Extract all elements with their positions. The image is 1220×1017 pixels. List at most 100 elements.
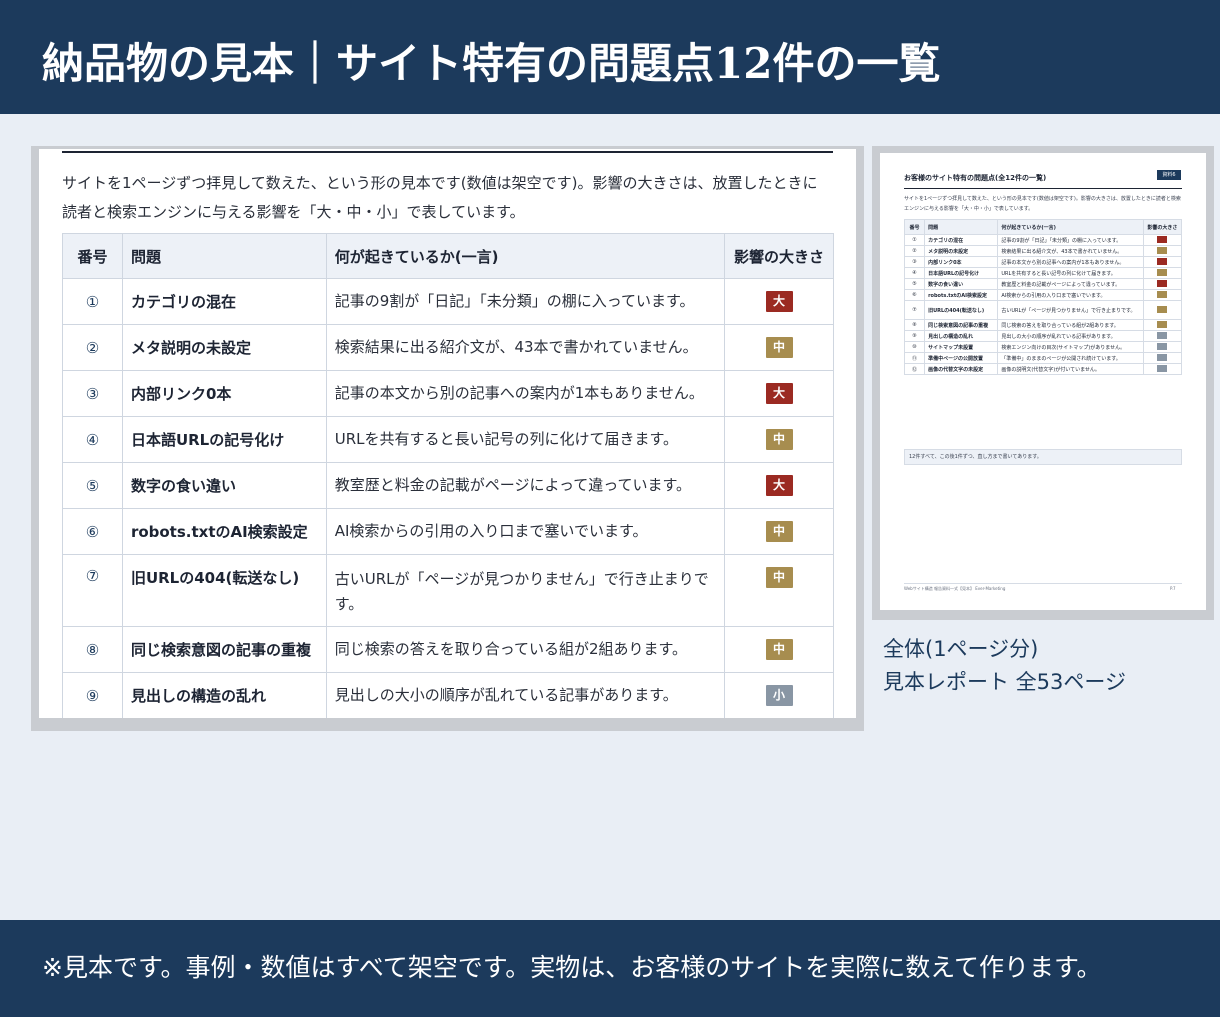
thumbnail-caption: 全体(1ページ分) 見本レポート 全53ページ xyxy=(883,633,1126,699)
row-impact: 小 xyxy=(724,672,834,718)
thumbnail-problem-table: 番号 問題 何が起きているか(一言) 影響の大きさ ① カテゴリの混在 記事の9割が… xyxy=(903,219,1183,375)
row-number: ① xyxy=(62,278,123,325)
thumbnail-row-impact xyxy=(1142,256,1183,268)
thumbnail-row-problem: 数字の食い違い xyxy=(924,278,999,290)
thumbnail-row-problem: 画像の代替文字の未設定 xyxy=(924,363,999,375)
thumbnail-row-description: AI検索からの引用の入り口まで塞いでいます。 xyxy=(997,289,1144,301)
column-header-description: 何が起きているか(一言) xyxy=(325,233,726,279)
thumbnail-row-impact xyxy=(1142,352,1183,364)
thumbnail-impact-badge xyxy=(1157,268,1168,276)
row-description: 記事の9割が「日記」「未分類」の棚に入っています。 xyxy=(325,278,726,325)
row-problem: robots.txtのAI検索設定 xyxy=(121,508,327,555)
zoomed-page: サイトを1ページずつ拝見して数えた、という形の見本です(数値は架空です)。影響の… xyxy=(39,149,856,718)
thumbnail-row-number: ⑨ xyxy=(903,330,926,342)
thumbnail-impact-badge xyxy=(1157,290,1168,298)
column-header-problem: 問題 xyxy=(121,233,327,279)
page-header: 納品物の見本｜サイト特有の問題点12件の一覧 xyxy=(0,0,1220,114)
thumbnail-column-impact: 影響の大きさ xyxy=(1142,219,1183,235)
thumbnail-row-description: URLを共有すると長い記号の列に化けて届きます。 xyxy=(997,267,1144,279)
row-impact: 中 xyxy=(724,416,834,463)
table-row: ① カテゴリの混在 記事の9割が「日記」「未分類」の棚に入っています。 大 xyxy=(62,278,834,325)
thumbnail-impact-badge xyxy=(1157,331,1168,339)
thumbnail-row-description: 「準備中」のままのページが公開され続けています。 xyxy=(997,352,1144,364)
thumbnail-impact-badge xyxy=(1157,353,1168,361)
row-number: ⑤ xyxy=(62,462,123,509)
column-header-number: 番号 xyxy=(62,233,123,279)
thumbnail-row-impact xyxy=(1142,341,1183,353)
table-header-row: 番号 問題 何が起きているか(一言) 影響の大きさ xyxy=(62,233,834,279)
thumbnail-note: 12件すべて、この後1件ずつ、直し方まで書いてあります。 xyxy=(904,449,1182,465)
impact-badge: 小 xyxy=(765,685,793,706)
row-impact: 中 xyxy=(724,626,834,673)
thumbnail-intro-text: サイトを1ページずつ拝見して数えた、という形の見本です(数値は架空です)。影響の… xyxy=(904,196,1181,212)
page-title: 納品物の見本｜サイト特有の問題点12件の一覧 xyxy=(42,39,941,88)
thumbnail-table-row: ③ 内部リンク0本 記事の本文から別の記事への案内が1本もありません。 xyxy=(903,256,1183,268)
thumbnail-column-problem: 問題 xyxy=(924,219,999,235)
row-problem: メタ説明の未設定 xyxy=(121,324,327,371)
row-impact: 中 xyxy=(724,554,834,627)
thumbnail-table-row: ④ 日本語URLの記号化け URLを共有すると長い記号の列に化けて届きます。 xyxy=(903,267,1183,279)
thumbnail-footer-text: Webサイト構造 報告資料一式【見本】 Ever-Marketing xyxy=(904,586,1006,591)
thumbnail-table-row: ⑦ 旧URLの404(転送なし) 古いURLが「ページが見つかりません」で行き止まり… xyxy=(903,300,1183,320)
row-number: ⑦ xyxy=(62,554,123,627)
row-problem: 数字の食い違い xyxy=(121,462,327,509)
thumbnail-row-impact xyxy=(1142,267,1183,279)
thumbnail-column-description: 何が起きているか(一言) xyxy=(997,219,1144,235)
row-description: 古いURLが「ページが見つかりません」で行き止まりです。 xyxy=(325,554,726,627)
table-row: ④ 日本語URLの記号化け URLを共有すると長い記号の列に化けて届きます。 中 xyxy=(62,416,834,463)
table-row: ⑤ 数字の食い違い 教室歴と料金の記載がページによって違っています。 大 xyxy=(62,462,834,509)
row-description: 記事の本文から別の記事への案内が1本もありません。 xyxy=(325,370,726,417)
footer-disclaimer: ※見本です。事例・数値はすべて架空です。実物は、お客様のサイトを実際に数えて作り… xyxy=(42,953,1102,982)
thumbnail-row-impact xyxy=(1142,289,1183,301)
impact-badge: 中 xyxy=(765,337,793,358)
thumbnail-table-row: ⑤ 数字の食い違い 教室歴と料金の記載がページによって違っています。 xyxy=(903,278,1183,290)
thumbnail-row-description: 記事の9割が「日記」「未分類」の棚に入っています。 xyxy=(997,234,1144,246)
row-description: 教室歴と料金の記載がページによって違っています。 xyxy=(325,462,726,509)
impact-badge: 中 xyxy=(765,429,793,450)
full-page-thumbnail: お客様のサイト特有の問題点(全12件の一覧) 資料6 サイトを1ページずつ拝見し… xyxy=(880,153,1206,610)
table-row: ⑥ robots.txtのAI検索設定 AI検索からの引用の入り口まで塞いでいます。… xyxy=(62,508,834,555)
row-problem: カテゴリの混在 xyxy=(121,278,327,325)
impact-badge: 中 xyxy=(765,567,793,588)
impact-badge: 大 xyxy=(765,291,793,312)
impact-badge: 大 xyxy=(765,383,793,404)
row-problem: 内部リンク0本 xyxy=(121,370,327,417)
row-number: ⑥ xyxy=(62,508,123,555)
row-impact: 大 xyxy=(724,462,834,509)
thumbnail-row-number: ③ xyxy=(903,256,926,268)
row-number: ⑨ xyxy=(62,672,123,718)
thumbnail-row-number: ⑥ xyxy=(903,289,926,301)
thumbnail-impact-badge xyxy=(1157,279,1168,287)
thumbnail-table-row: ⑨ 見出しの構造の乱れ 見出しの大小の順序が乱れている記事があります。 xyxy=(903,330,1183,342)
thumbnail-row-description: 古いURLが「ページが見つかりません」で行き止まりです。 xyxy=(997,300,1144,320)
thumbnail-row-number: ⑩ xyxy=(903,341,926,353)
row-impact: 中 xyxy=(724,508,834,555)
thumbnail-row-number: ⑪ xyxy=(903,352,926,364)
thumbnail-row-impact xyxy=(1142,234,1183,246)
thumbnail-row-problem: 内部リンク0本 xyxy=(924,256,999,268)
table-row: ⑧ 同じ検索意図の記事の重複 同じ検索の答えを取り合っている組が2組あります。 中 xyxy=(62,626,834,673)
row-number: ⑧ xyxy=(62,626,123,673)
thumbnail-impact-badge xyxy=(1157,320,1168,328)
thumbnail-row-impact xyxy=(1142,319,1183,331)
thumbnail-row-problem: 準備中ページの公開放置 xyxy=(924,352,999,364)
caption-line-1: 全体(1ページ分) xyxy=(883,637,1039,661)
row-number: ② xyxy=(62,324,123,371)
table-row: ③ 内部リンク0本 記事の本文から別の記事への案内が1本もありません。 大 xyxy=(62,370,834,417)
thumbnail-row-number: ⑤ xyxy=(903,278,926,290)
impact-badge: 大 xyxy=(765,475,793,496)
thumbnail-impact-badge xyxy=(1157,305,1168,313)
thumbnail-column-number: 番号 xyxy=(903,219,926,235)
thumbnail-row-description: 検索エンジン向けの目次(サイトマップ)がありません。 xyxy=(997,341,1144,353)
thumbnail-row-problem: カテゴリの混在 xyxy=(924,234,999,246)
thumbnail-row-problem: 旧URLの404(転送なし) xyxy=(924,300,999,320)
thumbnail-row-number: ① xyxy=(903,234,926,246)
thumbnail-row-impact xyxy=(1142,278,1183,290)
thumbnail-table-row: ② メタ説明の未設定 検索結果に出る紹介文が、43本で書かれていません。 xyxy=(903,245,1183,257)
thumbnail-row-number: ⑧ xyxy=(903,319,926,331)
thumbnail-row-impact xyxy=(1142,330,1183,342)
row-impact: 中 xyxy=(724,324,834,371)
thumbnail-row-number: ④ xyxy=(903,267,926,279)
zoomed-problem-table: 番号 問題 何が起きているか(一言) 影響の大きさ ① カテゴリの混在 記事の9割が… xyxy=(62,233,834,718)
thumbnail-row-number: ② xyxy=(903,245,926,257)
